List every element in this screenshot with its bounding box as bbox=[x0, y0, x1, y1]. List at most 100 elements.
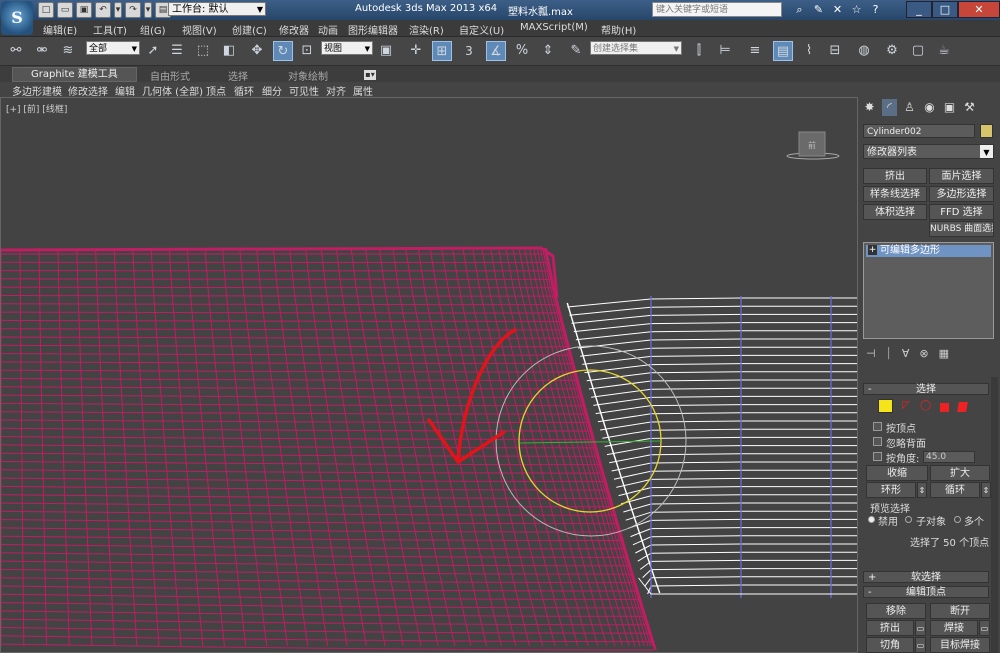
rendered-frame-icon[interactable]: ▢ bbox=[908, 41, 928, 61]
menu-animation[interactable]: 动画 bbox=[318, 22, 338, 37]
workspace-dropdown[interactable]: 工作台: 默认 bbox=[168, 2, 266, 17]
move-icon[interactable]: ✥ bbox=[247, 41, 267, 61]
angle-spinner[interactable]: 45.0 bbox=[923, 451, 975, 463]
by-angle-checkbox[interactable] bbox=[873, 452, 882, 461]
hierarchy-tab-icon[interactable]: ♙ bbox=[902, 99, 917, 116]
snap-toggle-icon[interactable]: 3 bbox=[459, 41, 479, 61]
preview-subobject-radio[interactable] bbox=[905, 516, 912, 523]
menu-modifiers[interactable]: 修改器 bbox=[279, 22, 309, 37]
polygon-subobject-icon[interactable] bbox=[940, 403, 949, 412]
ribbon-geometry-all[interactable]: 几何体 (全部) bbox=[142, 83, 203, 98]
motion-tab-icon[interactable]: ◉ bbox=[922, 99, 937, 116]
curve-editor-icon[interactable]: ⌇ bbox=[799, 41, 819, 61]
shrink-button[interactable]: 收缩 bbox=[866, 465, 928, 481]
modifier-list-dropdown[interactable]: 修改器列表 bbox=[863, 144, 994, 159]
remove-modifier-icon[interactable]: ⊗ bbox=[919, 347, 928, 361]
ribbon-polygon-modeling[interactable]: 多边形建模 bbox=[12, 83, 62, 98]
make-unique-icon[interactable]: ∀ bbox=[902, 347, 910, 361]
ribbon-visibility[interactable]: 可见性 bbox=[289, 83, 319, 98]
rect-selection-icon[interactable]: ⬚ bbox=[193, 41, 213, 61]
align-icon[interactable]: ⊨ bbox=[715, 41, 735, 61]
border-subobject-icon[interactable]: ◯ bbox=[920, 400, 931, 411]
weld-vertex-button[interactable]: 焊接 bbox=[930, 620, 978, 636]
save-file-icon[interactable]: ▣ bbox=[76, 2, 92, 18]
selection-rollout-header[interactable]: 选择 bbox=[863, 383, 989, 396]
redo-dropdown-icon[interactable]: ▾ bbox=[144, 2, 152, 18]
loop-spinner[interactable]: ⇕ bbox=[981, 482, 991, 498]
select-by-name-icon[interactable]: ☰ bbox=[167, 41, 187, 61]
angle-snap-icon[interactable]: ∡ bbox=[486, 41, 506, 61]
minimize-button[interactable]: _ bbox=[906, 1, 932, 18]
graphite-toggle-icon[interactable]: ▤ bbox=[773, 41, 793, 61]
scale-icon[interactable]: ⊡ bbox=[297, 41, 317, 61]
loop-button[interactable]: 循环 bbox=[930, 482, 980, 498]
modify-tab-icon[interactable]: ◜ bbox=[882, 99, 897, 116]
chamfer-vertex-button[interactable]: 切角 bbox=[866, 637, 914, 653]
mirror-icon[interactable]: ⫿ bbox=[689, 41, 709, 61]
binoculars-icon[interactable]: ⌕ bbox=[792, 2, 807, 17]
favorite-star-icon[interactable]: ☆ bbox=[849, 2, 864, 17]
create-tab-icon[interactable]: ✸ bbox=[862, 99, 877, 116]
ribbon-vertices[interactable]: 顶点 bbox=[206, 83, 226, 98]
menu-customize[interactable]: 自定义(U) bbox=[459, 22, 504, 37]
app-menu-button[interactable]: S bbox=[1, 1, 33, 35]
modifier-nurbs-select-button[interactable]: NURBS 曲面选择 bbox=[929, 221, 994, 237]
ribbon-align[interactable]: 对齐 bbox=[326, 83, 346, 98]
extrude-vertex-button[interactable]: 挤出 bbox=[866, 620, 914, 636]
maximize-button[interactable]: □ bbox=[932, 1, 958, 18]
edit-vertices-rollout-header[interactable]: 编辑顶点 bbox=[863, 586, 989, 599]
ring-spinner[interactable]: ⇕ bbox=[917, 482, 927, 498]
grow-button[interactable]: 扩大 bbox=[930, 465, 990, 481]
named-selection-dropdown[interactable]: 创建选择集 bbox=[590, 41, 682, 56]
target-weld-button[interactable]: 目标焊接 bbox=[930, 637, 990, 653]
bind-spacewarp-icon[interactable]: ≋ bbox=[58, 41, 78, 61]
spinner-snap-icon[interactable]: ⇕ bbox=[538, 41, 558, 61]
ribbon-modify-selection[interactable]: 修改选择 bbox=[68, 83, 108, 98]
exchange-icon[interactable]: ✕ bbox=[830, 2, 845, 17]
redo-icon[interactable]: ↷ bbox=[125, 2, 141, 18]
front-viewport[interactable]: [+] [前] [线框] 前 bbox=[0, 97, 858, 653]
element-subobject-icon[interactable] bbox=[957, 402, 968, 412]
edge-subobject-icon[interactable]: ◸ bbox=[902, 400, 910, 411]
utilities-tab-icon[interactable]: ⚒ bbox=[962, 99, 977, 116]
reference-coord-dropdown[interactable]: 视图 bbox=[321, 41, 373, 56]
preview-disabled-radio[interactable] bbox=[868, 516, 875, 523]
by-vertex-checkbox[interactable] bbox=[873, 422, 882, 431]
tab-freeform[interactable]: 自由形式 bbox=[150, 68, 190, 83]
edit-named-selection-icon[interactable]: ✎ bbox=[566, 41, 586, 61]
menu-rendering[interactable]: 渲染(R) bbox=[409, 22, 444, 37]
modifier-extrude-button[interactable]: 挤出 bbox=[863, 168, 927, 184]
manipulate-icon[interactable]: ✛ bbox=[406, 41, 426, 61]
tab-selection[interactable]: 选择 bbox=[228, 68, 248, 83]
link-icon[interactable]: ⚯ bbox=[6, 41, 26, 61]
ribbon-options-icon[interactable]: ▪▾ bbox=[364, 70, 376, 80]
tab-object-paint[interactable]: 对象绘制 bbox=[288, 68, 328, 83]
viewcube[interactable]: 前 bbox=[786, 131, 840, 160]
rotate-icon[interactable]: ↻ bbox=[273, 41, 293, 61]
tab-graphite-modeling[interactable]: Graphite 建模工具 bbox=[12, 67, 137, 82]
menu-group[interactable]: 组(G) bbox=[140, 22, 166, 37]
chamfer-settings-button[interactable]: ▭ bbox=[915, 637, 926, 653]
modifier-ffd-select-button[interactable]: FFD 选择 bbox=[929, 204, 994, 220]
select-object-icon[interactable]: ➚ bbox=[143, 41, 163, 61]
menu-tools[interactable]: 工具(T) bbox=[93, 22, 127, 37]
menu-create[interactable]: 创建(C) bbox=[232, 22, 267, 37]
weld-settings-button[interactable]: ▭ bbox=[979, 620, 990, 636]
break-vertex-button[interactable]: 断开 bbox=[930, 603, 990, 619]
modifier-poly-select-button[interactable]: 多边形选择 bbox=[929, 186, 994, 202]
ignore-backfacing-checkbox[interactable] bbox=[873, 437, 882, 446]
unlink-icon[interactable]: ⚮ bbox=[32, 41, 52, 61]
ribbon-properties[interactable]: 属性 bbox=[353, 83, 373, 98]
undo-dropdown-icon[interactable]: ▾ bbox=[114, 2, 122, 18]
modifier-spline-select-button[interactable]: 样条线选择 bbox=[863, 186, 927, 202]
render-teapot-icon[interactable]: ☕ bbox=[934, 41, 954, 61]
object-color-swatch[interactable] bbox=[980, 124, 993, 138]
object-name-field[interactable]: Cylinder002 bbox=[863, 124, 975, 138]
keyboard-shortcut-icon[interactable]: ⊞ bbox=[432, 41, 452, 61]
configure-sets-icon[interactable]: ▦ bbox=[939, 347, 949, 361]
percent-snap-icon[interactable]: % bbox=[512, 41, 532, 61]
menu-edit[interactable]: 编辑(E) bbox=[43, 22, 77, 37]
menu-graph-editors[interactable]: 图形编辑器 bbox=[348, 22, 398, 37]
schematic-view-icon[interactable]: ⊟ bbox=[825, 41, 845, 61]
search-input[interactable]: 键入关键字或短语 bbox=[652, 2, 782, 17]
